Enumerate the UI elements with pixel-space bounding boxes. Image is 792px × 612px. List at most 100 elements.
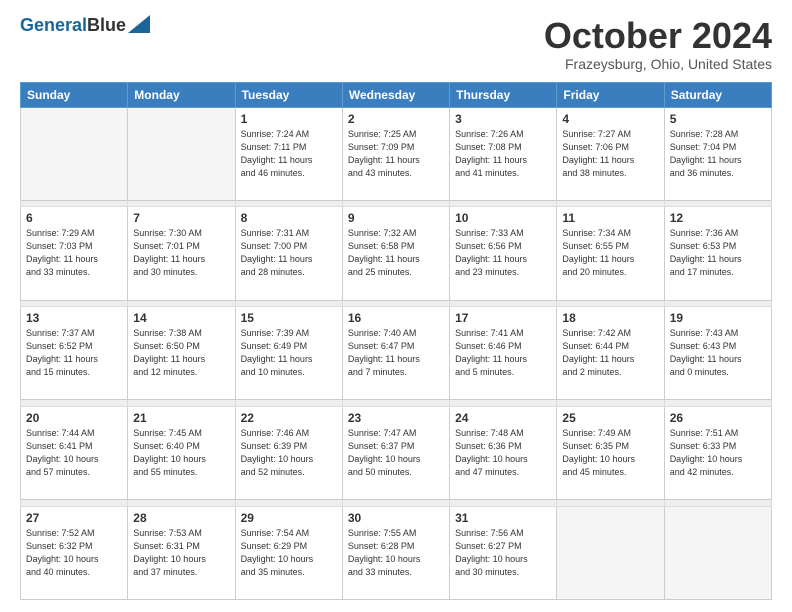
calendar-cell: 25 Sunrise: 7:49 AM Sunset: 6:35 PM Dayli… [557, 406, 664, 499]
day-detail: Sunrise: 7:40 AM Sunset: 6:47 PM Dayligh… [348, 327, 444, 379]
day-detail: Sunrise: 7:38 AM Sunset: 6:50 PM Dayligh… [133, 327, 229, 379]
day-detail: Sunrise: 7:42 AM Sunset: 6:44 PM Dayligh… [562, 327, 658, 379]
calendar-header-tuesday: Tuesday [235, 82, 342, 107]
day-number: 16 [348, 311, 444, 325]
day-number: 5 [670, 112, 766, 126]
day-detail: Sunrise: 7:39 AM Sunset: 6:49 PM Dayligh… [241, 327, 337, 379]
day-number: 30 [348, 511, 444, 525]
day-number: 29 [241, 511, 337, 525]
day-detail: Sunrise: 7:28 AM Sunset: 7:04 PM Dayligh… [670, 128, 766, 180]
calendar-week-row: 20Sunrise: 7:44 AM Sunset: 6:41 PM Dayli… [21, 406, 772, 499]
day-detail: Sunrise: 7:26 AM Sunset: 7:08 PM Dayligh… [455, 128, 551, 180]
page: GeneralBlue October 2024 Frazeysburg, Oh… [0, 0, 792, 612]
day-number: 13 [26, 311, 122, 325]
calendar-week-row: 13 Sunrise: 7:37 AM Sunset: 6:52 PM Dayli… [21, 307, 772, 400]
calendar-cell: 2 Sunrise: 7:25 AM Sunset: 7:09 PM Daylig… [342, 107, 449, 200]
calendar-cell: 13 Sunrise: 7:37 AM Sunset: 6:52 PM Dayli… [21, 307, 128, 400]
calendar-cell: 19 Sunrise: 7:43 AM Sunset: 6:43 PM Dayli… [664, 307, 771, 400]
day-detail: Sunrise: 7:52 AM Sunset: 6:32 PM Dayligh… [26, 527, 122, 579]
day-number: 26 [670, 411, 766, 425]
day-number: 2 [348, 112, 444, 126]
calendar-header-saturday: Saturday [664, 82, 771, 107]
day-number: 18 [562, 311, 658, 325]
day-detail: Sunrise: 7:46 AM Sunset: 6:39 PM Dayligh… [241, 427, 337, 479]
day-detail: Sunrise: 7:27 AM Sunset: 7:06 PM Dayligh… [562, 128, 658, 180]
calendar-header-wednesday: Wednesday [342, 82, 449, 107]
calendar-cell: 9 Sunrise: 7:32 AM Sunset: 6:58 PM Daylig… [342, 207, 449, 300]
calendar-cell: 12Sunrise: 7:36 AM Sunset: 6:53 PM Dayli… [664, 207, 771, 300]
calendar-cell: 22 Sunrise: 7:46 AM Sunset: 6:39 PM Dayli… [235, 406, 342, 499]
day-number: 6 [26, 211, 122, 225]
day-detail: Sunrise: 7:37 AM Sunset: 6:52 PM Dayligh… [26, 327, 122, 379]
day-detail: Sunrise: 7:45 AM Sunset: 6:40 PM Dayligh… [133, 427, 229, 479]
header: GeneralBlue October 2024 Frazeysburg, Oh… [20, 16, 772, 72]
day-detail: Sunrise: 7:25 AM Sunset: 7:09 PM Dayligh… [348, 128, 444, 180]
calendar-cell: 26 Sunrise: 7:51 AM Sunset: 6:33 PM Dayli… [664, 406, 771, 499]
calendar-cell: 16 Sunrise: 7:40 AM Sunset: 6:47 PM Dayli… [342, 307, 449, 400]
day-detail: Sunrise: 7:51 AM Sunset: 6:33 PM Dayligh… [670, 427, 766, 479]
day-detail: Sunrise: 7:49 AM Sunset: 6:35 PM Dayligh… [562, 427, 658, 479]
day-number: 21 [133, 411, 229, 425]
day-detail: Sunrise: 7:56 AM Sunset: 6:27 PM Dayligh… [455, 527, 551, 579]
calendar-cell: 10 Sunrise: 7:33 AM Sunset: 6:56 PM Dayli… [450, 207, 557, 300]
calendar-header-thursday: Thursday [450, 82, 557, 107]
day-number: 9 [348, 211, 444, 225]
calendar-cell: 1Sunrise: 7:24 AM Sunset: 7:11 PM Daylig… [235, 107, 342, 200]
calendar-table: SundayMondayTuesdayWednesdayThursdayFrid… [20, 82, 772, 600]
day-detail: Sunrise: 7:30 AM Sunset: 7:01 PM Dayligh… [133, 227, 229, 279]
calendar-cell [128, 107, 235, 200]
calendar-cell: 7 Sunrise: 7:30 AM Sunset: 7:01 PM Daylig… [128, 207, 235, 300]
day-detail: Sunrise: 7:33 AM Sunset: 6:56 PM Dayligh… [455, 227, 551, 279]
calendar-cell: 17Sunrise: 7:41 AM Sunset: 6:46 PM Dayli… [450, 307, 557, 400]
calendar-week-row: 1Sunrise: 7:24 AM Sunset: 7:11 PM Daylig… [21, 107, 772, 200]
day-detail: Sunrise: 7:54 AM Sunset: 6:29 PM Dayligh… [241, 527, 337, 579]
calendar-cell [557, 506, 664, 599]
day-number: 19 [670, 311, 766, 325]
calendar-cell: 8Sunrise: 7:31 AM Sunset: 7:00 PM Daylig… [235, 207, 342, 300]
calendar-cell: 4 Sunrise: 7:27 AM Sunset: 7:06 PM Daylig… [557, 107, 664, 200]
day-detail: Sunrise: 7:32 AM Sunset: 6:58 PM Dayligh… [348, 227, 444, 279]
calendar-week-row: 27Sunrise: 7:52 AM Sunset: 6:32 PM Dayli… [21, 506, 772, 599]
day-number: 22 [241, 411, 337, 425]
calendar-cell: 29 Sunrise: 7:54 AM Sunset: 6:29 PM Dayli… [235, 506, 342, 599]
day-detail: Sunrise: 7:31 AM Sunset: 7:00 PM Dayligh… [241, 227, 337, 279]
calendar-cell: 18 Sunrise: 7:42 AM Sunset: 6:44 PM Dayli… [557, 307, 664, 400]
calendar-cell: 30Sunrise: 7:55 AM Sunset: 6:28 PM Dayli… [342, 506, 449, 599]
subtitle: Frazeysburg, Ohio, United States [544, 56, 772, 72]
calendar-header-monday: Monday [128, 82, 235, 107]
logo: GeneralBlue [20, 16, 150, 36]
day-number: 10 [455, 211, 551, 225]
day-number: 24 [455, 411, 551, 425]
calendar-cell: 28Sunrise: 7:53 AM Sunset: 6:31 PM Dayli… [128, 506, 235, 599]
calendar-cell: 5 Sunrise: 7:28 AM Sunset: 7:04 PM Daylig… [664, 107, 771, 200]
day-detail: Sunrise: 7:29 AM Sunset: 7:03 PM Dayligh… [26, 227, 122, 279]
logo-icon [128, 15, 150, 33]
calendar-cell: 31Sunrise: 7:56 AM Sunset: 6:27 PM Dayli… [450, 506, 557, 599]
day-number: 25 [562, 411, 658, 425]
day-detail: Sunrise: 7:36 AM Sunset: 6:53 PM Dayligh… [670, 227, 766, 279]
calendar-cell: 3 Sunrise: 7:26 AM Sunset: 7:08 PM Daylig… [450, 107, 557, 200]
day-detail: Sunrise: 7:44 AM Sunset: 6:41 PM Dayligh… [26, 427, 122, 479]
calendar-header-friday: Friday [557, 82, 664, 107]
day-detail: Sunrise: 7:47 AM Sunset: 6:37 PM Dayligh… [348, 427, 444, 479]
day-number: 3 [455, 112, 551, 126]
calendar-cell: 27Sunrise: 7:52 AM Sunset: 6:32 PM Dayli… [21, 506, 128, 599]
calendar-week-row: 6 Sunrise: 7:29 AM Sunset: 7:03 PM Daylig… [21, 207, 772, 300]
day-number: 17 [455, 311, 551, 325]
day-number: 4 [562, 112, 658, 126]
calendar-cell [21, 107, 128, 200]
day-number: 7 [133, 211, 229, 225]
day-detail: Sunrise: 7:43 AM Sunset: 6:43 PM Dayligh… [670, 327, 766, 379]
day-number: 23 [348, 411, 444, 425]
day-number: 15 [241, 311, 337, 325]
calendar-cell: 14 Sunrise: 7:38 AM Sunset: 6:50 PM Dayli… [128, 307, 235, 400]
calendar-cell: 11Sunrise: 7:34 AM Sunset: 6:55 PM Dayli… [557, 207, 664, 300]
day-detail: Sunrise: 7:48 AM Sunset: 6:36 PM Dayligh… [455, 427, 551, 479]
day-number: 14 [133, 311, 229, 325]
calendar-header-sunday: Sunday [21, 82, 128, 107]
calendar-cell: 15 Sunrise: 7:39 AM Sunset: 6:49 PM Dayli… [235, 307, 342, 400]
calendar-cell: 23 Sunrise: 7:47 AM Sunset: 6:37 PM Dayli… [342, 406, 449, 499]
calendar-header-row: SundayMondayTuesdayWednesdayThursdayFrid… [21, 82, 772, 107]
calendar-cell: 24 Sunrise: 7:48 AM Sunset: 6:36 PM Dayli… [450, 406, 557, 499]
day-number: 1 [241, 112, 337, 126]
